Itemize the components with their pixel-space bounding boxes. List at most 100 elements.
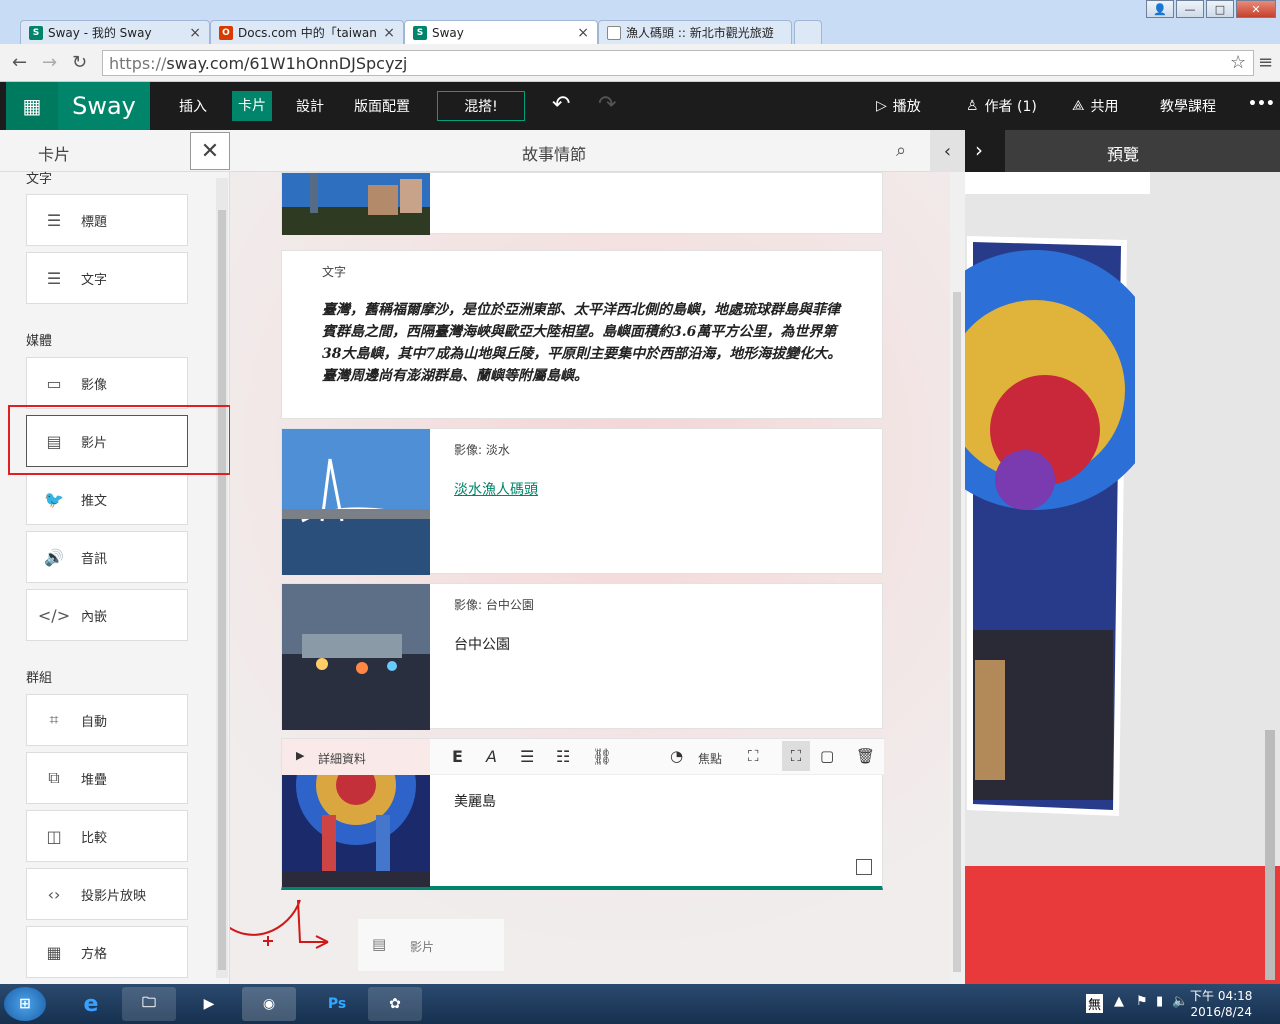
menu-design[interactable]: 設計	[296, 96, 324, 116]
card-label: 投影片放映	[81, 888, 147, 904]
scrollbar-thumb[interactable]	[218, 210, 226, 970]
new-tab-button[interactable]	[794, 20, 822, 44]
browser-tab[interactable]: O Docs.com 中的「taiwan」 ×	[210, 20, 404, 44]
card-audio-button[interactable]: 🔊 音訊	[26, 531, 188, 583]
reload-icon[interactable]: ↻	[72, 52, 87, 73]
card-stack-button[interactable]: ⧉ 堆疊	[26, 752, 188, 804]
embed-icon: </>	[37, 605, 71, 625]
auto-icon: ⌗	[49, 710, 59, 729]
close-window-button[interactable]: ✕	[1236, 0, 1276, 18]
storyline-title: 故事情節	[522, 145, 587, 164]
more-options-icon[interactable]: •••	[1248, 96, 1275, 112]
close-tab-icon[interactable]: ×	[577, 25, 589, 41]
card-label: 堆疊	[81, 772, 108, 788]
card-tweet-button[interactable]: 🐦 推文	[26, 473, 188, 525]
bookmark-star-icon[interactable]: ☆	[1230, 52, 1246, 73]
maximize-button[interactable]: □	[1206, 0, 1234, 18]
menu-layout[interactable]: 版面配置	[354, 96, 410, 116]
undo-icon[interactable]: ↶	[552, 92, 570, 117]
stack-icon: ⧉	[48, 768, 60, 787]
ime-indicator[interactable]: 無	[1086, 994, 1104, 1013]
card-embed-button[interactable]: </> 內嵌	[26, 589, 188, 641]
scrollbar-thumb[interactable]	[953, 292, 961, 972]
tab-label: Sway - 我的 Sway	[48, 26, 152, 40]
search-icon[interactable]: ⌕	[896, 140, 906, 161]
card-text-button[interactable]: ☰ 文字	[26, 252, 188, 304]
browser-tab[interactable]: 漁人碼頭 :: 新北市觀光旅遊	[598, 20, 792, 44]
redo-icon[interactable]: ↷	[598, 92, 616, 117]
person-icon: ♙	[966, 98, 979, 114]
minimize-button[interactable]: —	[1176, 0, 1204, 18]
user-icon[interactable]: 👤	[1146, 0, 1174, 18]
authors-button[interactable]: ♙ 作者 (1)	[966, 96, 1037, 116]
remix-button[interactable]: 混搭!	[437, 91, 525, 121]
cards-panel-title: 卡片	[38, 145, 71, 164]
storyline-header: 故事情節 ⌕ ‹	[230, 130, 965, 172]
internet-explorer-icon[interactable]: e	[64, 987, 118, 1021]
close-tab-icon[interactable]: ×	[383, 25, 395, 41]
page-favicon-icon	[607, 25, 621, 40]
browser-menu-icon[interactable]: ≡	[1258, 52, 1273, 73]
close-panel-button[interactable]: ✕	[190, 132, 230, 170]
photoshop-icon[interactable]: Ps	[310, 987, 364, 1021]
clock[interactable]: 下午 04:18 2016/8/24	[1190, 988, 1252, 1020]
preview-card-edge	[965, 172, 1150, 194]
card-compare-button[interactable]: ◫ 比較	[26, 810, 188, 862]
media-player-icon[interactable]: ▶	[182, 987, 236, 1021]
share-label: 共用	[1090, 99, 1119, 115]
collapse-left-icon[interactable]: ‹	[930, 130, 965, 172]
play-button[interactable]: ▷ 播放	[876, 96, 921, 116]
card-label: 文字	[81, 272, 108, 288]
tab-label: 漁人碼頭 :: 新北市觀光旅遊	[626, 26, 774, 40]
volume-icon[interactable]: 🔈	[1172, 994, 1188, 1009]
cards-panel-scrollbar[interactable]	[216, 178, 228, 978]
card-image-button[interactable]: ▭ 影像	[26, 357, 188, 409]
heading-icon: ☰	[46, 210, 62, 230]
preview-scrollbar[interactable]	[1265, 730, 1275, 980]
drag-arrow-annotation	[230, 899, 329, 949]
share-button[interactable]: ⟁ 共用	[1072, 96, 1119, 116]
card-auto-button[interactable]: ⌗ 自動	[26, 694, 188, 746]
play-icon: ▷	[876, 98, 887, 114]
storyline-panel: 文字 臺灣，舊稱福爾摩沙，是位於亞洲東部、太平洋西北側的島嶼，地處琉球群島與菲律…	[230, 130, 965, 984]
preview-header: › 預覽	[965, 130, 1280, 172]
tab-label: Docs.com 中的「taiwan」	[238, 26, 378, 40]
card-grid-button[interactable]: ▦ 方格	[26, 926, 188, 978]
close-tab-icon[interactable]: ×	[189, 25, 201, 41]
browser-tab[interactable]: S Sway - 我的 Sway ×	[20, 20, 210, 44]
twitter-icon: 🐦	[44, 489, 64, 509]
dragged-video-card[interactable]: ▤ 影片	[357, 918, 505, 972]
browser-tab-active[interactable]: S Sway ×	[404, 20, 598, 44]
card-heading-button[interactable]: ☰ 標題	[26, 194, 188, 246]
storyline-scrollbar[interactable]	[951, 172, 963, 984]
app-launcher-icon[interactable]: ▦	[6, 82, 58, 130]
menu-insert[interactable]: 插入	[179, 96, 207, 116]
audio-icon: 🔊	[44, 547, 64, 567]
card-slideshow-button[interactable]: ‹› 投影片放映	[26, 868, 188, 920]
network-icon[interactable]: ▮	[1156, 994, 1163, 1009]
annotation-highlight-box	[8, 405, 231, 475]
tray-arrow-icon[interactable]: ▲	[1114, 994, 1124, 1009]
file-explorer-icon[interactable]: 🗀	[122, 987, 176, 1021]
back-icon[interactable]: ←	[12, 52, 27, 73]
chrome-icon[interactable]: ◉	[242, 987, 296, 1021]
forward-icon[interactable]: →	[42, 52, 57, 73]
expand-preview-button[interactable]	[965, 130, 1005, 172]
sway-favicon-icon: S	[29, 25, 43, 40]
browser-tabstrip: S Sway - 我的 Sway × O Docs.com 中的「taiwan」…	[0, 0, 1280, 44]
sway-logo[interactable]: Sway	[58, 82, 150, 130]
url-field[interactable]: https://sway.com/61W1hOnnDJSpcyzj	[102, 50, 1254, 76]
window-controls: 👤 — □ ✕	[1146, 0, 1276, 18]
menu-cards[interactable]: 卡片	[232, 91, 272, 121]
section-text-heading: 文字	[26, 172, 53, 187]
url-text: sway.com/61W1hOnnDJSpcyzj	[166, 53, 408, 73]
card-label: 自動	[81, 714, 108, 730]
tutorial-button[interactable]: 教學課程	[1160, 96, 1216, 116]
picasa-icon[interactable]: ✿	[368, 987, 422, 1021]
flag-icon[interactable]: ⚑	[1136, 994, 1148, 1009]
preview-red-block	[965, 866, 1280, 984]
authors-label: 作者 (1)	[984, 99, 1037, 115]
chevron-right-icon[interactable]: ›	[975, 138, 983, 162]
play-label: 播放	[892, 99, 921, 115]
start-button[interactable]: ⊞	[4, 987, 46, 1021]
